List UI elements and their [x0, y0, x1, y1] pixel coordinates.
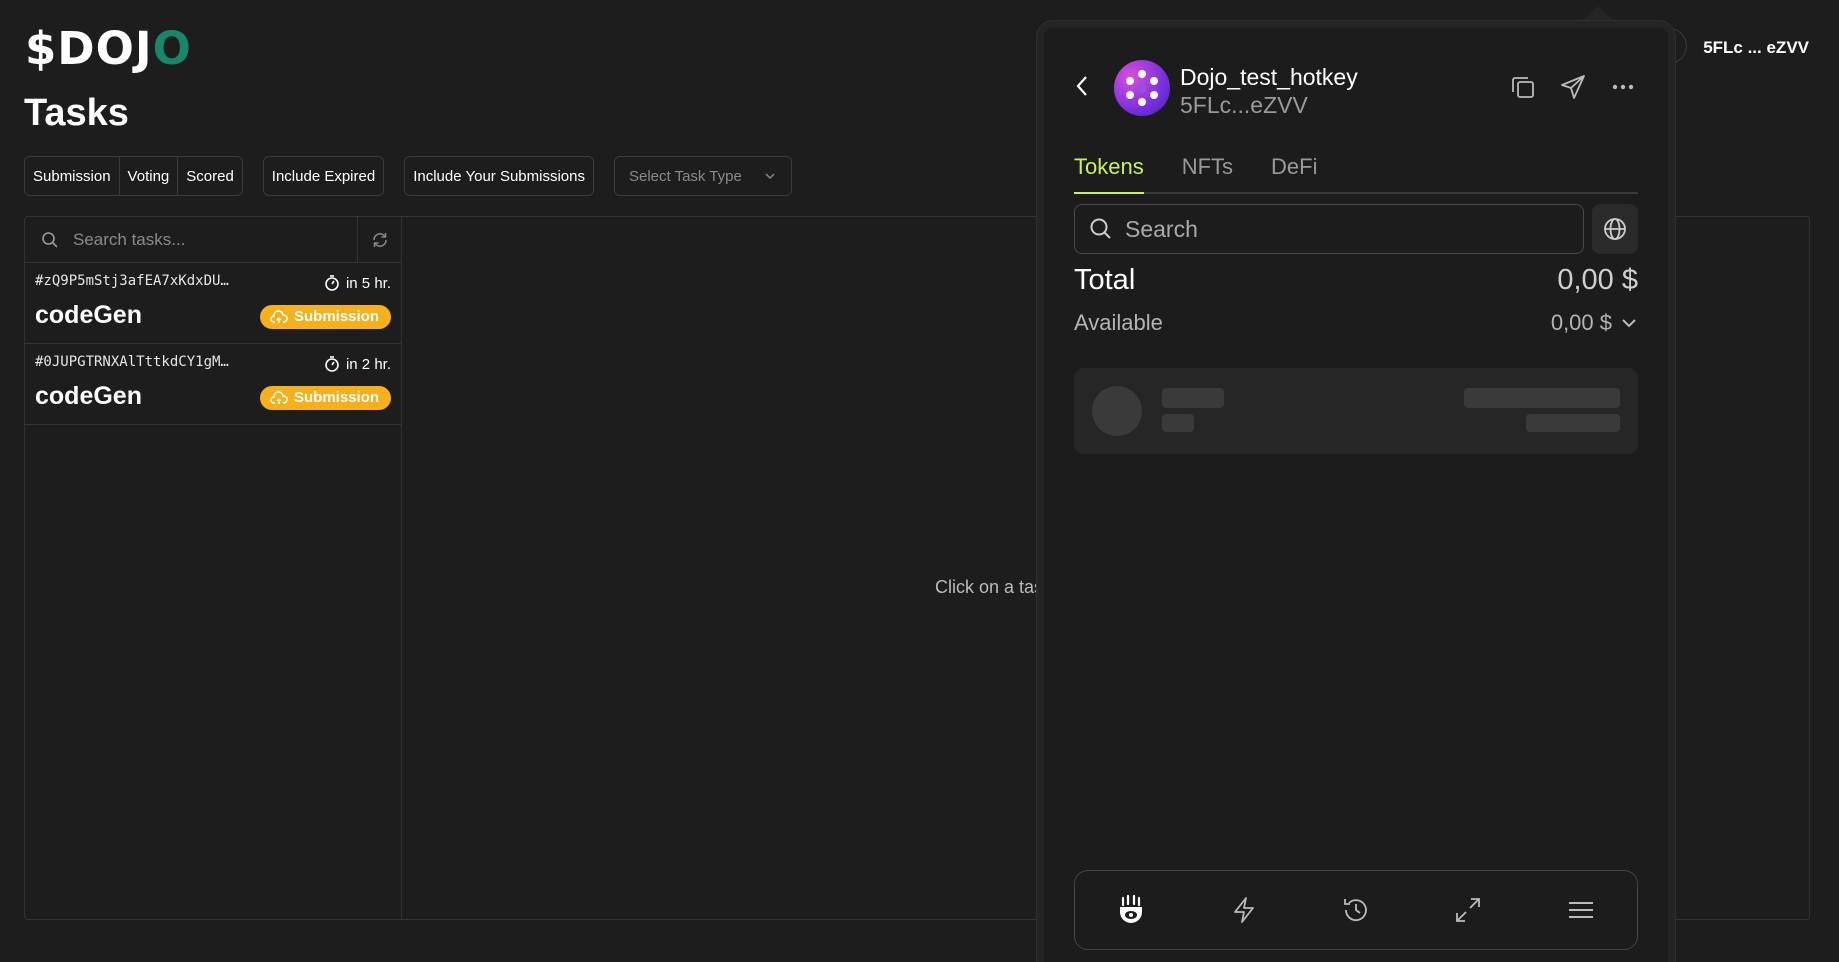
wallet-tabs: Tokens NFTs DeFi [1074, 150, 1638, 194]
badge-label: Submission [293, 308, 379, 325]
copy-button[interactable] [1508, 72, 1538, 102]
polkadot-identicon-icon [1126, 70, 1158, 106]
empty-detail-text: Click on a tas [935, 577, 1044, 597]
copy-icon [1512, 77, 1534, 98]
status-segment: Submission Voting Scored [24, 156, 243, 196]
task-item[interactable]: #0JUPGTRNXAlTttkdCY1gM… in 2 hr. codeGen… [25, 344, 401, 425]
logo-main: $DOJ [25, 22, 153, 75]
account-name: Dojo_test_hotkey [1180, 64, 1358, 90]
history-icon [1344, 899, 1367, 922]
skeleton-line [1162, 414, 1194, 432]
skeleton-line [1464, 388, 1620, 408]
app-logo: $DOJO [25, 22, 192, 75]
network-button[interactable] [1592, 204, 1638, 254]
task-item[interactable]: #zQ9P5mStj3afEA7xKdxDU… in 5 hr. codeGen… [25, 263, 401, 344]
task-time-text: in 5 hr. [345, 274, 391, 292]
back-button[interactable] [1074, 74, 1090, 103]
skeleton-line [1526, 414, 1620, 432]
page-title: Tasks [24, 92, 129, 134]
more-icon [1612, 84, 1634, 90]
expand-icon [1456, 898, 1481, 922]
menu-icon [1568, 902, 1593, 918]
skeleton-avatar [1092, 386, 1142, 436]
refresh-button[interactable] [357, 217, 401, 262]
mascot-button[interactable] [1111, 890, 1151, 930]
task-list: Search tasks... #zQ9P5mStj3afEA7xKdxDU… … [25, 217, 402, 919]
account-address: 5FLc...eZVV [1180, 92, 1308, 118]
refresh-icon [372, 232, 387, 247]
history-button[interactable] [1336, 890, 1376, 930]
search-icon [1090, 218, 1111, 239]
task-type-select[interactable]: Select Task Type [613, 156, 792, 196]
task-time-text: in 2 hr. [345, 355, 391, 373]
filter-scored[interactable]: Scored [178, 157, 242, 195]
menu-button[interactable] [1561, 890, 1601, 930]
status-badge: Submission [259, 305, 391, 329]
globe-icon [1604, 218, 1626, 240]
header-actions [1508, 72, 1638, 102]
search-icon [42, 231, 58, 248]
wallet-popup-pointer [1582, 6, 1614, 21]
task-type-placeholder: Select Task Type [628, 167, 742, 185]
badge-label: Submission [293, 389, 379, 406]
total-balance-row: Total 0,00 $ [1074, 264, 1638, 297]
stopwatch-icon [325, 356, 339, 372]
wallet-search-input[interactable]: Search [1074, 204, 1584, 254]
cloud-upload-icon [270, 390, 288, 404]
tab-defi[interactable]: DeFi [1271, 150, 1317, 192]
chevron-left-icon [1076, 76, 1087, 96]
status-badge: Submission [259, 386, 391, 410]
task-deadline: in 2 hr. [324, 355, 391, 373]
wallet-extension-popup: Dojo_test_hotkey 5FLc...eZVV Tokens NFTs… [1037, 21, 1675, 962]
filter-bar: Submission Voting Scored Include Expired… [24, 156, 792, 196]
available-balance-row: Available 0,00 $ [1074, 310, 1638, 336]
filter-voting[interactable]: Voting [120, 157, 179, 195]
activity-button[interactable] [1224, 890, 1264, 930]
chevron-down-icon [1622, 319, 1636, 328]
account-avatar [1114, 60, 1170, 116]
send-icon [1561, 75, 1585, 99]
tab-tokens[interactable]: Tokens [1074, 150, 1144, 194]
available-toggle[interactable]: 0,00 $ [1551, 310, 1638, 336]
total-label: Total [1074, 264, 1136, 296]
skeleton-line [1162, 388, 1224, 408]
wallet-search-placeholder: Search [1125, 215, 1198, 242]
more-button[interactable] [1608, 72, 1638, 102]
connected-account-button[interactable]: 5FLc ... eZVV [1703, 38, 1809, 58]
wallet-header: Dojo_test_hotkey 5FLc...eZVV [1074, 58, 1638, 128]
chevron-down-icon [765, 173, 775, 180]
available-label: Available [1074, 310, 1163, 335]
token-loading-skeleton [1074, 368, 1638, 454]
include-expired-toggle[interactable]: Include Expired [262, 156, 385, 196]
available-value: 0,00 $ [1550, 310, 1612, 335]
mascot-icon [1120, 894, 1143, 923]
send-button[interactable] [1558, 72, 1588, 102]
task-search-row: Search tasks... [25, 217, 401, 263]
logo-accent: O [152, 22, 192, 75]
total-value: 0,00 $ [1557, 264, 1638, 296]
include-your-submissions-toggle[interactable]: Include Your Submissions [404, 156, 594, 196]
wallet-bottom-nav [1074, 870, 1638, 950]
task-search-input[interactable]: Search tasks... [25, 217, 357, 262]
expand-button[interactable] [1448, 890, 1488, 930]
lightning-icon [1233, 897, 1254, 923]
cloud-upload-icon [270, 309, 288, 323]
tab-nfts[interactable]: NFTs [1182, 150, 1233, 192]
filter-submission[interactable]: Submission [25, 157, 120, 195]
stopwatch-icon [325, 275, 339, 291]
task-deadline: in 5 hr. [324, 274, 391, 292]
task-search-placeholder: Search tasks... [73, 229, 186, 249]
